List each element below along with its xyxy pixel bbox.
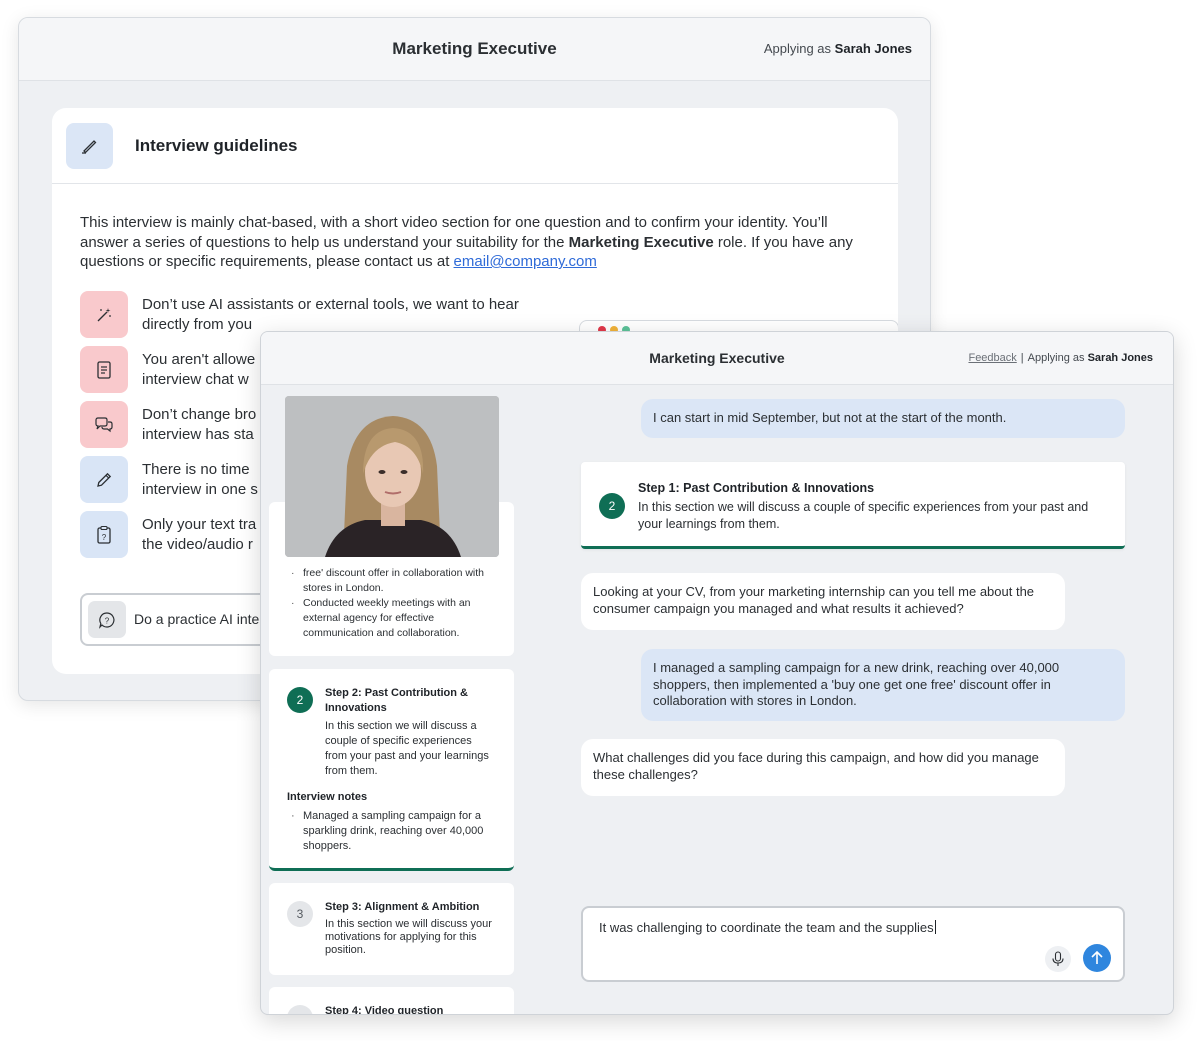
step-banner: 2 Step 1: Past Contribution & Innovation… [581, 462, 1125, 549]
interview-notes: Managed a sampling campaign for a sparkl… [291, 809, 506, 854]
step-number: 2 [599, 493, 625, 519]
applying-prefix: Applying as [1027, 352, 1085, 364]
note-item: free' discount offer in collaboration wi… [291, 566, 506, 596]
interview-chat-window: Marketing Executive Feedback | Applying as… [260, 331, 1174, 1015]
send-button[interactable] [1083, 944, 1111, 972]
pen-icon [66, 123, 113, 169]
interview-notes-label: Interview notes [287, 791, 368, 803]
microphone-icon [1052, 951, 1064, 966]
step-title: Step 2: Past Contribution & Innovations [325, 687, 468, 714]
user-message: I can start in mid September, but not at… [641, 399, 1125, 438]
clipboard-question-icon: ? [80, 511, 128, 558]
step-title: Step 4: Video question [325, 1005, 444, 1015]
email-link[interactable]: email@company.com [454, 253, 597, 270]
step-number: 2 [287, 687, 313, 713]
chat-question-icon: ? [88, 601, 126, 638]
step-title: Step 3: Alignment & Ambition [325, 901, 480, 913]
step-description: In this section we will discuss a couple… [325, 720, 489, 777]
user-message: I managed a sampling campaign for a new … [641, 649, 1125, 721]
step-description: In this section we will discuss a couple… [638, 500, 1089, 531]
intro-role: Marketing Executive [568, 233, 714, 251]
step-card-2[interactable]: 2 Step 2: Past Contribution & Innovation… [269, 669, 514, 871]
window-header: Marketing Executive Applying as Sarah Jo… [19, 18, 930, 81]
text-caret [934, 920, 936, 934]
pencil-icon [80, 456, 128, 503]
window-header: Marketing Executive Feedback | Applying as… [261, 332, 1173, 385]
assistant-message: Looking at your CV, from your marketing … [581, 573, 1065, 630]
feedback-link[interactable]: Feedback [968, 352, 1016, 364]
applicant-name: Sarah Jones [834, 41, 912, 56]
note-item: Conducted weekly meetings with an extern… [291, 596, 506, 641]
guidelines-header: Interview guidelines [52, 108, 898, 184]
message-input[interactable]: It was challenging to coordinate the tea… [599, 920, 936, 935]
step-description: In this section we will discuss your mot… [325, 918, 492, 956]
applying-prefix: Applying as [763, 41, 832, 56]
svg-text:?: ? [105, 616, 110, 625]
webcam-video [285, 396, 499, 557]
applicant-info: Applying as Sarah Jones [764, 41, 912, 56]
step-title: Step 1: Past Contribution & Innovations [638, 481, 875, 495]
step-card-4[interactable]: Step 4: Video question [269, 987, 514, 1015]
separator: | [1020, 352, 1024, 364]
assistant-message: What challenges did you face during this… [581, 739, 1065, 796]
microphone-button[interactable] [1045, 946, 1071, 972]
rule-text: Don’t use AI assistants or external tool… [142, 296, 519, 333]
message-composer[interactable]: It was challenging to coordinate the tea… [581, 906, 1125, 982]
guidelines-title: Interview guidelines [135, 136, 298, 155]
step-card-3[interactable]: 3 Step 3: Alignment & Ambition In this s… [269, 883, 514, 975]
applicant-name: Sarah Jones [1087, 352, 1153, 364]
step1-notes: free' discount offer in collaboration wi… [291, 566, 506, 641]
chat-bubbles-icon [80, 401, 128, 448]
note-item: Managed a sampling campaign for a sparkl… [291, 809, 506, 854]
magic-wand-icon [80, 291, 128, 338]
document-icon [80, 346, 128, 393]
svg-text:?: ? [102, 533, 107, 542]
practice-label: Do a practice AI inte [134, 611, 260, 627]
header-actions: Feedback | Applying as Sarah Jones [968, 352, 1153, 364]
guidelines-intro: This interview is mainly chat-based, wit… [80, 213, 880, 272]
step-number [287, 1005, 313, 1014]
step-number: 3 [287, 901, 313, 927]
arrow-up-icon [1091, 950, 1103, 964]
